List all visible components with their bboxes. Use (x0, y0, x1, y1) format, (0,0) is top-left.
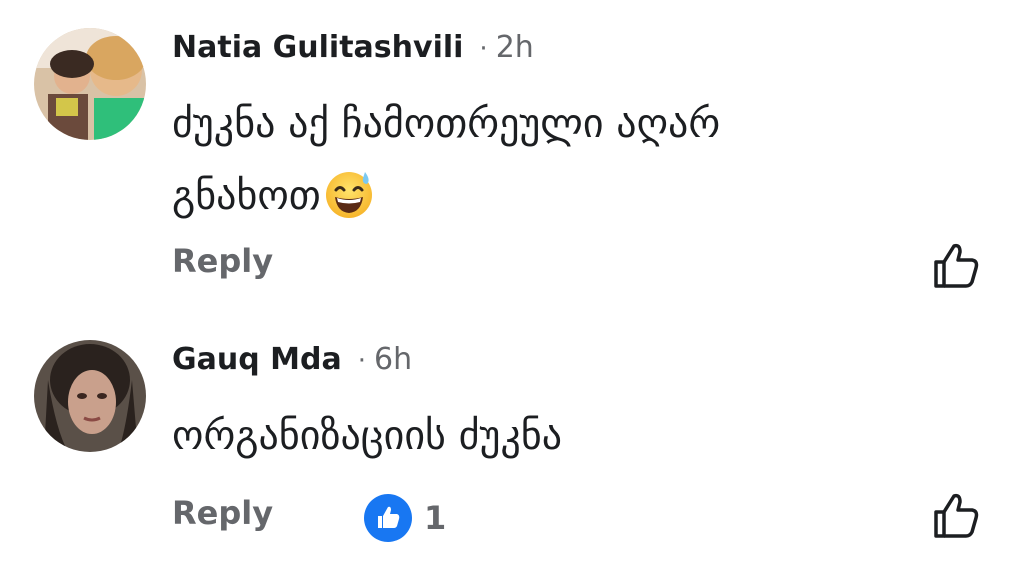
comment-item: Natia Gulitashvili · 2h ძუკნა აქ ჩამოთრე… (0, 0, 1024, 300)
comment-text-line: ორგანიზაციის ძუკნა (172, 413, 563, 459)
like-reaction-icon (364, 494, 412, 542)
comment-timestamp[interactable]: 6h (374, 342, 412, 377)
reply-button[interactable]: Reply (172, 242, 273, 280)
comment-text-line: ძუკნა აქ ჩამოთრეული აღარ (172, 101, 721, 147)
comment-text-line: გნახოთ (172, 173, 321, 219)
comment-author[interactable]: Natia Gulitashvili (172, 30, 463, 65)
reply-button[interactable]: Reply (172, 494, 273, 532)
avatar[interactable] (34, 340, 146, 452)
comment-text: ძუკნა აქ ჩამოთრეული აღარ გნახოთ (172, 88, 872, 232)
comment-meta: Natia Gulitashvili · 2h (172, 30, 534, 65)
grinning-face-with-sweat-icon (323, 168, 375, 220)
reaction-count: 1 (424, 499, 447, 537)
like-button[interactable] (930, 490, 982, 542)
like-button[interactable] (930, 240, 982, 292)
separator-dot: · (479, 34, 488, 64)
comment-item: Gauq Mda · 6h ორგანიზაციის ძუკნა Reply 1 (0, 300, 1024, 574)
comment-timestamp[interactable]: 2h (496, 30, 534, 65)
comment-meta: Gauq Mda · 6h (172, 342, 412, 377)
avatar[interactable] (34, 28, 146, 140)
comment-text-line-2: გნახოთ (172, 160, 872, 232)
separator-dot: · (357, 346, 366, 376)
thumbs-up-outline-icon (934, 243, 979, 288)
comment-author[interactable]: Gauq Mda (172, 342, 342, 377)
thumbs-up-outline-icon (934, 493, 979, 538)
reaction-summary[interactable]: 1 (364, 494, 446, 542)
comment-text: ორგანიზაციის ძუკნა (172, 400, 872, 472)
